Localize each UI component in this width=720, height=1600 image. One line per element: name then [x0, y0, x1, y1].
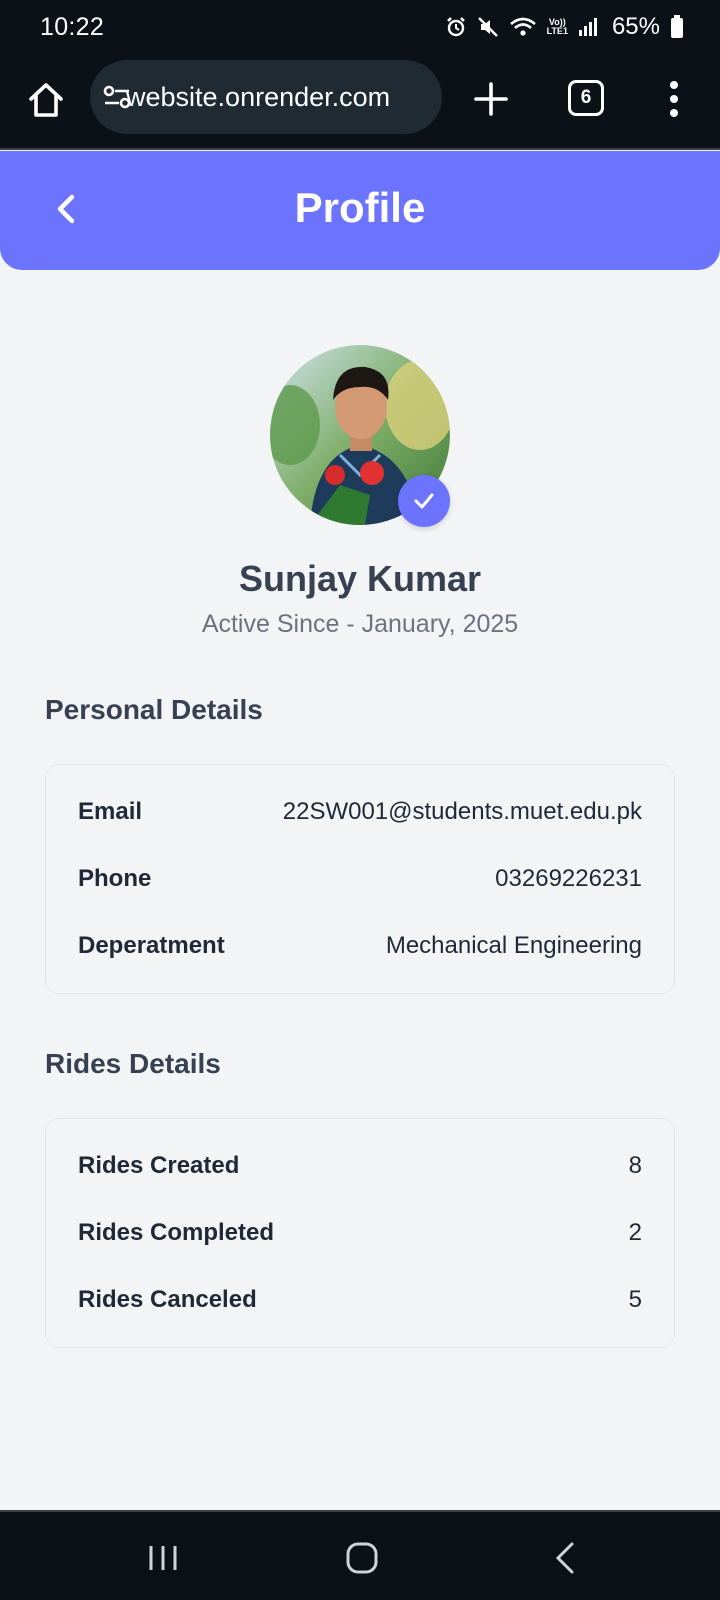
app-header: Profile [0, 151, 720, 270]
user-name: Sunjay Kumar [238, 558, 482, 599]
ride-row-created: Rides Created 8 [78, 1132, 642, 1199]
status-bar: 10:22 Vo)) LTE1 65% [0, 0, 720, 54]
home-icon[interactable] [26, 80, 66, 120]
alarm-icon [446, 17, 465, 37]
battery-percent: 65% [611, 13, 660, 40]
ride-label: Rides Completed [78, 1218, 275, 1246]
nav-back-icon[interactable] [552, 1540, 578, 1576]
ride-row-completed: Rides Completed 2 [78, 1199, 642, 1266]
page-title: Profile [294, 184, 426, 231]
ride-value: 2 [628, 1218, 642, 1246]
battery-icon [671, 15, 683, 38]
url-text: website.onrender.com [126, 81, 391, 112]
detail-label: Deperatment [78, 931, 225, 959]
signal-icon [578, 18, 597, 36]
avatar-container [270, 345, 450, 527]
status-icons: Vo)) LTE1 65% [445, 13, 684, 41]
detail-label: Email [78, 797, 143, 825]
ride-value: 5 [628, 1285, 642, 1313]
detail-value: Mechanical Engineering [385, 931, 642, 959]
rides-details-title: Rides Details [45, 1048, 221, 1079]
verified-badge [398, 475, 450, 527]
detail-value: 22SW001@students.muet.edu.pk [282, 797, 642, 825]
personal-details-title: Personal Details [45, 694, 263, 725]
more-vert-icon[interactable] [662, 78, 686, 120]
personal-details-card: Email 22SW001@students.muet.edu.pk Phone… [45, 764, 675, 994]
detail-label: Phone [78, 864, 152, 892]
nav-home-icon[interactable] [344, 1540, 380, 1576]
status-time: 10:22 [40, 12, 105, 41]
ride-row-canceled: Rides Canceled 5 [78, 1266, 642, 1333]
wifi-icon [509, 17, 536, 36]
plus-icon[interactable] [472, 80, 510, 118]
system-nav-bar [0, 1510, 720, 1600]
browser-toolbar: website.onrender.com 6 [0, 54, 720, 150]
tab-count: 6 [580, 87, 592, 108]
ride-value: 8 [628, 1151, 642, 1179]
address-bar[interactable]: website.onrender.com [90, 60, 442, 134]
detail-row-department: Deperatment Mechanical Engineering [78, 912, 642, 979]
mute-icon [477, 17, 498, 37]
detail-value: 03269226231 [495, 864, 642, 892]
lte-label: LTE1 [546, 26, 568, 36]
network-type: Vo)) LTE1 [547, 18, 568, 36]
check-icon [414, 493, 434, 509]
ride-label: Rides Created [78, 1151, 240, 1179]
rides-details-card: Rides Created 8 Rides Completed 2 Rides … [45, 1118, 675, 1348]
recents-icon[interactable] [146, 1542, 180, 1574]
ride-label: Rides Canceled [78, 1285, 257, 1313]
tab-switcher-button[interactable]: 6 [568, 80, 604, 116]
detail-row-phone: Phone 03269226231 [78, 845, 642, 912]
detail-row-email: Email 22SW001@students.muet.edu.pk [78, 778, 642, 845]
active-since: Active Since - January, 2025 [201, 610, 519, 638]
